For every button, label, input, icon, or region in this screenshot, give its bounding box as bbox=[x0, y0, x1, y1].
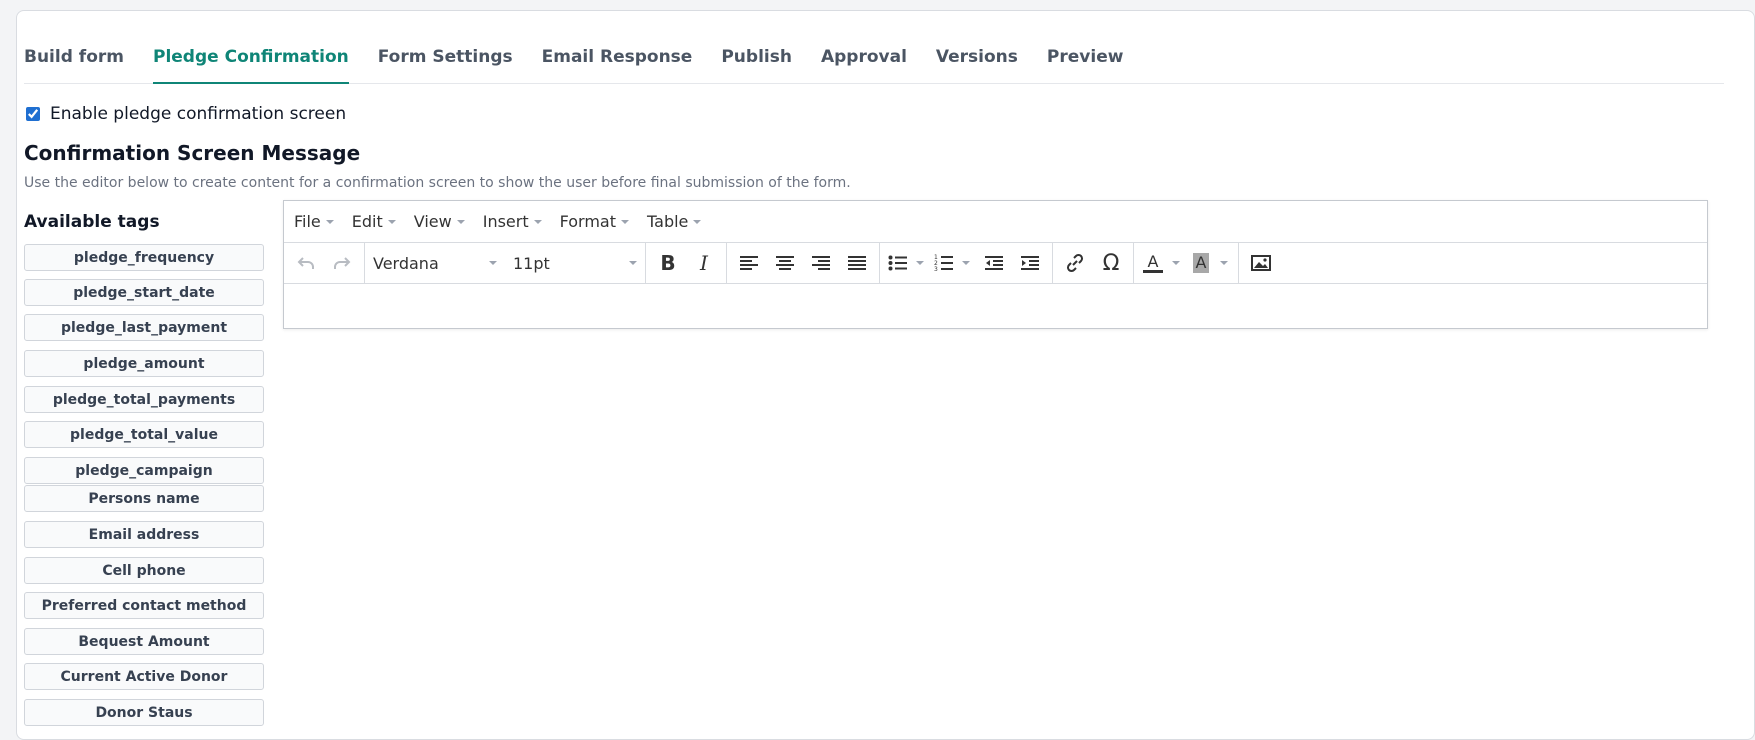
tag-button-pledge-amount[interactable]: pledge_amount bbox=[24, 350, 264, 377]
font-family-select[interactable]: Verdana bbox=[365, 246, 505, 280]
chevron-down-icon[interactable] bbox=[1172, 261, 1180, 265]
editor-content-area[interactable] bbox=[284, 284, 1707, 327]
redo-icon[interactable] bbox=[324, 246, 360, 280]
image-icon[interactable] bbox=[1243, 246, 1279, 280]
tag-button-current-active-donor[interactable]: Current Active Donor bbox=[24, 663, 264, 690]
bold-icon[interactable]: B bbox=[650, 246, 686, 280]
tag-button-pledge-total-payments[interactable]: pledge_total_payments bbox=[24, 386, 264, 413]
tag-button-donor-staus[interactable]: Donor Staus bbox=[24, 699, 264, 726]
tab-versions[interactable]: Versions bbox=[936, 34, 1018, 84]
tag-button-cell-phone[interactable]: Cell phone bbox=[24, 557, 264, 584]
align-center-icon[interactable] bbox=[767, 246, 803, 280]
menu-view[interactable]: View bbox=[414, 212, 465, 231]
font-size-select[interactable]: 11pt bbox=[505, 246, 645, 280]
text-color-icon[interactable]: A bbox=[1138, 246, 1168, 280]
editor-menubar: File Edit View Insert Format Table bbox=[284, 201, 1707, 243]
align-left-icon[interactable] bbox=[731, 246, 767, 280]
tag-button-pledge-campaign[interactable]: pledge_campaign bbox=[24, 457, 264, 484]
outdent-icon[interactable] bbox=[976, 246, 1012, 280]
align-right-icon[interactable] bbox=[803, 246, 839, 280]
tab-preview[interactable]: Preview bbox=[1047, 34, 1124, 84]
tab-publish[interactable]: Publish bbox=[721, 34, 792, 84]
omega-icon[interactable]: Ω bbox=[1093, 246, 1129, 280]
tag-button-pledge-frequency[interactable]: pledge_frequency bbox=[24, 244, 264, 271]
tab-build-form[interactable]: Build form bbox=[24, 34, 124, 84]
menu-table[interactable]: Table bbox=[647, 212, 702, 231]
menu-edit[interactable]: Edit bbox=[352, 212, 396, 231]
available-tags-title: Available tags bbox=[24, 212, 160, 232]
editor-toolbar: Verdana 11pt B I 1 2 3 Ω A A bbox=[284, 243, 1707, 284]
tab-email-response[interactable]: Email Response bbox=[542, 34, 693, 84]
section-description: Use the editor below to create content f… bbox=[24, 175, 851, 191]
menu-format[interactable]: Format bbox=[560, 212, 630, 231]
indent-icon[interactable] bbox=[1012, 246, 1048, 280]
tab-pledge-confirmation[interactable]: Pledge Confirmation bbox=[152, 34, 349, 84]
enable-confirmation-label: Enable pledge confirmation screen bbox=[50, 104, 347, 124]
menu-file[interactable]: File bbox=[294, 212, 334, 231]
tab-form-settings[interactable]: Form Settings bbox=[378, 34, 513, 84]
svg-text:3: 3 bbox=[934, 266, 938, 272]
chevron-down-icon[interactable] bbox=[916, 261, 924, 265]
chevron-down-icon[interactable] bbox=[1220, 261, 1228, 265]
tag-button-pledge-start-date[interactable]: pledge_start_date bbox=[24, 279, 264, 306]
tag-button-preferred-contact-method[interactable]: Preferred contact method bbox=[24, 592, 264, 619]
tag-button-pledge-last-payment[interactable]: pledge_last_payment bbox=[24, 314, 264, 341]
bullet-list-icon[interactable] bbox=[884, 246, 912, 280]
italic-icon[interactable]: I bbox=[686, 246, 722, 280]
tab-approval[interactable]: Approval bbox=[821, 34, 907, 84]
rich-text-editor: File Edit View Insert Format Table Verda… bbox=[283, 200, 1708, 329]
enable-confirmation-checkbox[interactable] bbox=[26, 107, 40, 121]
chevron-down-icon bbox=[489, 261, 497, 265]
font-family-value: Verdana bbox=[373, 253, 439, 273]
tag-button-persons-name[interactable]: Persons name bbox=[24, 485, 264, 512]
align-justify-icon[interactable] bbox=[839, 246, 875, 280]
numbered-list-icon[interactable]: 123 bbox=[930, 246, 958, 280]
tag-button-email-address[interactable]: Email address bbox=[24, 521, 264, 548]
menu-insert[interactable]: Insert bbox=[483, 212, 542, 231]
font-size-value: 11pt bbox=[513, 253, 550, 273]
tab-bar: Build form Pledge Confirmation Form Sett… bbox=[24, 34, 1724, 84]
section-title: Confirmation Screen Message bbox=[24, 141, 361, 165]
undo-icon[interactable] bbox=[288, 246, 324, 280]
background-color-icon[interactable]: A bbox=[1186, 246, 1216, 280]
link-icon[interactable] bbox=[1057, 246, 1093, 280]
tag-button-pledge-total-value[interactable]: pledge_total_value bbox=[24, 421, 264, 448]
enable-confirmation-row[interactable]: Enable pledge confirmation screen bbox=[26, 104, 346, 124]
tag-button-bequest-amount[interactable]: Bequest Amount bbox=[24, 628, 264, 655]
chevron-down-icon[interactable] bbox=[962, 261, 970, 265]
chevron-down-icon bbox=[629, 261, 637, 265]
